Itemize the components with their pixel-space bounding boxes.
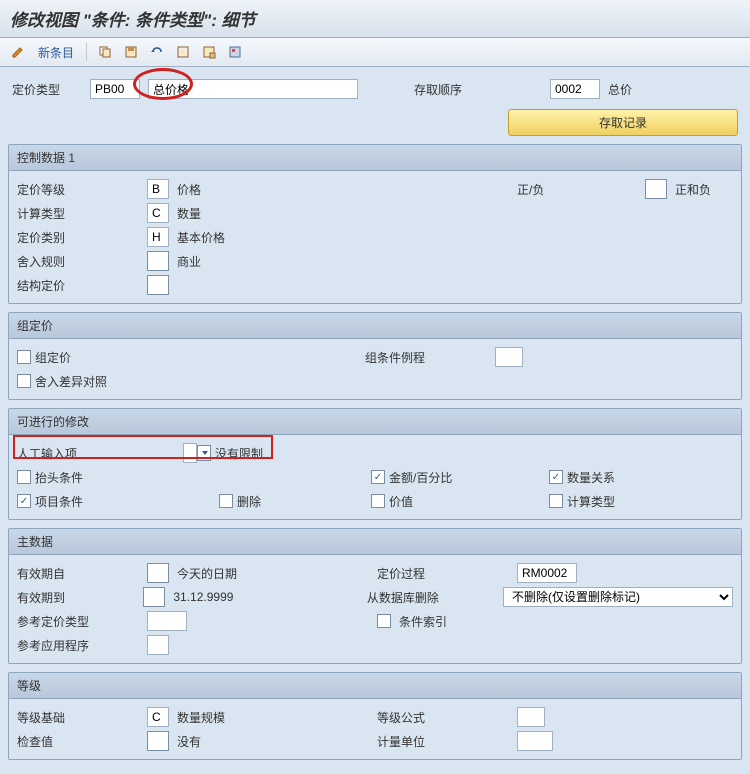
group-pricing-checkbox[interactable] <box>17 350 31 364</box>
pricing-cat-label: 定价类别 <box>17 229 147 246</box>
scale-basis-input[interactable] <box>147 707 169 727</box>
valid-to-input[interactable] <box>143 587 165 607</box>
manual-entry-input[interactable] <box>183 443 197 463</box>
valid-to-label: 有效期到 <box>17 589 143 606</box>
ref-cond-type-input[interactable] <box>147 611 187 631</box>
panel-master-data: 主数据 有效期自 今天的日期 定价过程 有效期到 31.12.9999 从数据库… <box>8 528 742 664</box>
pricing-cat-desc: 基本价格 <box>177 229 225 246</box>
struct-label: 结构定价 <box>17 277 147 294</box>
calc-type-input[interactable] <box>147 203 169 223</box>
header-cond-label: 抬头条件 <box>35 469 371 486</box>
manual-entry-desc: 没有限制 <box>215 445 263 462</box>
qty-rel-label: 数量关系 <box>567 469 615 486</box>
scale-basis-desc: 数量规模 <box>177 709 225 726</box>
config-icon[interactable] <box>225 42 245 62</box>
delete-label: 删除 <box>237 493 371 510</box>
undo-icon[interactable] <box>147 42 167 62</box>
pricing-type-input[interactable] <box>90 79 140 99</box>
pricing-level-desc: 价格 <box>177 181 201 198</box>
value-label: 价值 <box>389 493 549 510</box>
valid-from-label: 有效期自 <box>17 565 147 582</box>
panel-scales: 等级 等级基础 数量规模 等级公式 检查值 没有 计量单位 <box>8 672 742 760</box>
rounding-input[interactable] <box>147 251 169 271</box>
scale-formula-input[interactable] <box>517 707 545 727</box>
ref-app-label: 参考应用程序 <box>17 637 147 654</box>
pricing-type-desc[interactable] <box>148 79 358 99</box>
rounding-desc: 商业 <box>177 253 201 270</box>
copy-icon[interactable] <box>95 42 115 62</box>
pos-neg-label: 正/负 <box>517 181 587 198</box>
cond-index-label: 条件索引 <box>399 613 447 630</box>
struct-input[interactable] <box>147 275 169 295</box>
save-icon[interactable] <box>121 42 141 62</box>
calc-type-checkbox[interactable] <box>549 494 563 508</box>
manual-entry-label: 人工输入项 <box>17 445 183 462</box>
toolbar: 新条目 <box>0 38 750 67</box>
pricing-proc-input[interactable] <box>517 563 577 583</box>
pos-neg-desc: 正和负 <box>675 181 711 198</box>
amount-pct-checkbox[interactable]: ✓ <box>371 470 385 484</box>
uom-input[interactable] <box>517 731 553 751</box>
access-records-button[interactable]: 存取记录 <box>508 109 738 136</box>
pricing-type-label: 定价类型 <box>12 81 82 98</box>
panel-header: 等级 <box>9 673 741 699</box>
rounding-diff-checkbox[interactable] <box>17 374 31 388</box>
panel-header: 主数据 <box>9 529 741 555</box>
panel-header: 控制数据 1 <box>9 145 741 171</box>
scale-basis-label: 等级基础 <box>17 709 147 726</box>
pricing-proc-label: 定价过程 <box>377 565 517 582</box>
ref-app-input[interactable] <box>147 635 169 655</box>
calc-type-label: 计算类型 <box>567 493 615 510</box>
calc-type-label: 计算类型 <box>17 205 147 222</box>
check-value-input[interactable] <box>147 731 169 751</box>
f4-help-icon[interactable] <box>197 445 211 461</box>
separator <box>86 43 87 61</box>
valid-to-desc: 31.12.9999 <box>173 590 233 604</box>
check-value-label: 检查值 <box>17 733 147 750</box>
scale-formula-label: 等级公式 <box>377 709 517 726</box>
panel-group-pricing: 组定价 组定价 组条件例程 舍入差异对照 <box>8 312 742 400</box>
group-pricing-label: 组定价 <box>35 349 365 366</box>
item-cond-label: 项目条件 <box>35 493 219 510</box>
edit-icon[interactable] <box>8 42 28 62</box>
delete-db-select[interactable]: 不删除(仅设置删除标记) <box>503 587 733 607</box>
access-seq-label: 存取顺序 <box>414 81 484 98</box>
qty-rel-checkbox[interactable]: ✓ <box>549 470 563 484</box>
delete-checkbox[interactable] <box>219 494 233 508</box>
valid-from-desc: 今天的日期 <box>177 565 237 582</box>
header-cond-checkbox[interactable] <box>17 470 31 484</box>
group-cond-routine-input[interactable] <box>495 347 523 367</box>
value-checkbox[interactable] <box>371 494 385 508</box>
panel-control-data-1: 控制数据 1 定价等级 价格 正/负正和负 计算类型 数量 定价类别 基本价格 … <box>8 144 742 304</box>
access-seq-desc: 总价 <box>608 81 632 98</box>
panel-header: 可进行的修改 <box>9 409 741 435</box>
ref-cond-type-label: 参考定价类型 <box>17 613 147 630</box>
amount-pct-label: 金额/百分比 <box>389 469 549 486</box>
group-cond-routine-label: 组条件例程 <box>365 349 495 366</box>
uom-label: 计量单位 <box>377 733 517 750</box>
item-cond-checkbox[interactable]: ✓ <box>17 494 31 508</box>
pricing-level-input[interactable] <box>147 179 169 199</box>
panel-header: 组定价 <box>9 313 741 339</box>
panel-changes: 可进行的修改 人工输入项 没有限制 抬头条件 ✓ 金额/百分比 ✓ 数量关系 ✓… <box>8 408 742 520</box>
pricing-cat-input[interactable] <box>147 227 169 247</box>
calc-type-desc: 数量 <box>177 205 201 222</box>
delete-db-label: 从数据库删除 <box>367 589 503 606</box>
new-entry-button[interactable]: 新条目 <box>34 44 78 61</box>
valid-from-input[interactable] <box>147 563 169 583</box>
pos-neg-input[interactable] <box>645 179 667 199</box>
select-all-icon[interactable] <box>173 42 193 62</box>
check-value-desc: 没有 <box>177 733 201 750</box>
deselect-icon[interactable] <box>199 42 219 62</box>
cond-index-checkbox[interactable] <box>377 614 391 628</box>
access-seq-input[interactable] <box>550 79 600 99</box>
pricing-level-label: 定价等级 <box>17 181 147 198</box>
page-title: 修改视图 "条件: 条件类型": 细节 <box>0 0 750 38</box>
rounding-diff-label: 舍入差异对照 <box>35 373 107 390</box>
rounding-label: 舍入规则 <box>17 253 147 270</box>
